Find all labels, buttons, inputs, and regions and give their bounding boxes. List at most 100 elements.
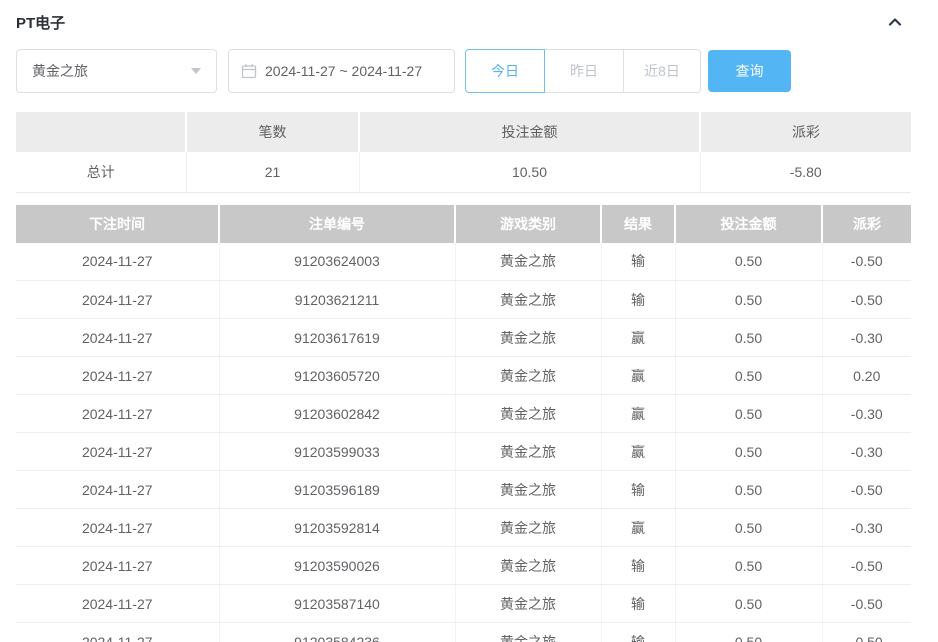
summary-header-empty bbox=[16, 112, 187, 152]
cell-bet-amount: 0.50 bbox=[675, 546, 823, 585]
cell-bet-time: 2024-11-27 bbox=[16, 584, 220, 623]
cell-bet-amount: 0.50 bbox=[675, 432, 823, 471]
cell-bet-amount: 0.50 bbox=[675, 508, 823, 547]
cell-payout: -0.50 bbox=[822, 470, 911, 509]
cell-payout: -0.50 bbox=[822, 622, 911, 642]
quick-range-group: 今日 昨日 近8日 bbox=[465, 49, 701, 93]
cell-order-id: 91203621211 bbox=[219, 280, 456, 319]
cell-bet-time: 2024-11-27 bbox=[16, 622, 220, 642]
panel-header: PT电子 bbox=[16, 10, 906, 34]
summary-table: 笔数 投注金额 派彩 总计 21 10.50 -5.80 bbox=[16, 112, 911, 193]
cell-game-type: 黄金之旅 bbox=[455, 584, 602, 623]
bets-header-order-id: 注单编号 bbox=[219, 204, 456, 243]
cell-bet-amount: 0.50 bbox=[675, 622, 823, 642]
table-row: 2024-11-27 91203617619 黄金之旅 赢 0.50 -0.30 bbox=[16, 318, 911, 357]
bets-table: 下注时间 注单编号 游戏类别 结果 投注金额 派彩 2024-11-27 912… bbox=[16, 204, 911, 642]
bets-header-result: 结果 bbox=[601, 204, 676, 243]
filter-bar: 黄金之旅 2024-11-27 ~ 2024-11-27 今日 昨日 近8日 查… bbox=[16, 49, 938, 93]
cell-game-type: 黄金之旅 bbox=[455, 470, 602, 509]
summary-count-value: 21 bbox=[186, 152, 360, 193]
table-row: 2024-11-27 91203584236 黄金之旅 输 0.50 -0.50 bbox=[16, 622, 911, 642]
cell-bet-amount: 0.50 bbox=[675, 470, 823, 509]
cell-order-id: 91203617619 bbox=[219, 318, 456, 357]
bets-header-bet-amount: 投注金额 bbox=[675, 204, 823, 243]
game-select[interactable]: 黄金之旅 bbox=[16, 49, 217, 93]
summary-header-row: 笔数 投注金额 派彩 bbox=[16, 112, 911, 152]
cell-result: 赢 bbox=[601, 394, 676, 433]
cell-result: 输 bbox=[601, 584, 676, 623]
range-button-last8days[interactable]: 近8日 bbox=[623, 49, 701, 93]
cell-result: 赢 bbox=[601, 432, 676, 471]
cell-order-id: 91203602842 bbox=[219, 394, 456, 433]
cell-bet-amount: 0.50 bbox=[675, 356, 823, 395]
cell-payout: -0.30 bbox=[822, 394, 911, 433]
panel-title: PT电子 bbox=[16, 14, 66, 32]
cell-payout: -0.50 bbox=[822, 584, 911, 623]
cell-bet-time: 2024-11-27 bbox=[16, 356, 220, 395]
cell-order-id: 91203584236 bbox=[219, 622, 456, 642]
date-range-input[interactable]: 2024-11-27 ~ 2024-11-27 bbox=[228, 49, 455, 93]
query-button[interactable]: 查询 bbox=[708, 50, 791, 92]
bets-header-bet-time: 下注时间 bbox=[16, 204, 220, 243]
range-button-today[interactable]: 今日 bbox=[465, 49, 545, 93]
summary-total-row: 总计 21 10.50 -5.80 bbox=[16, 152, 911, 193]
cell-result: 输 bbox=[601, 622, 676, 642]
summary-header-payout: 派彩 bbox=[700, 112, 911, 152]
table-row: 2024-11-27 91203590026 黄金之旅 输 0.50 -0.50 bbox=[16, 546, 911, 585]
cell-order-id: 91203596189 bbox=[219, 470, 456, 509]
cell-order-id: 91203590026 bbox=[219, 546, 456, 585]
cell-result: 输 bbox=[601, 470, 676, 509]
summary-payout-value: -5.80 bbox=[700, 152, 911, 193]
table-row: 2024-11-27 91203599033 黄金之旅 赢 0.50 -0.30 bbox=[16, 432, 911, 471]
pt-electronics-panel: PT电子 黄金之旅 2024-11-27 ~ 2024-11-27 今日 昨日 … bbox=[0, 0, 938, 642]
cell-game-type: 黄金之旅 bbox=[455, 432, 602, 471]
summary-total-label: 总计 bbox=[16, 152, 187, 193]
cell-result: 输 bbox=[601, 546, 676, 585]
cell-bet-time: 2024-11-27 bbox=[16, 394, 220, 433]
table-row: 2024-11-27 91203592814 黄金之旅 赢 0.50 -0.30 bbox=[16, 508, 911, 547]
cell-bet-amount: 0.50 bbox=[675, 280, 823, 319]
calendar-icon bbox=[241, 63, 257, 79]
cell-bet-amount: 0.50 bbox=[675, 584, 823, 623]
collapse-button[interactable] bbox=[884, 11, 906, 33]
cell-bet-amount: 0.50 bbox=[675, 318, 823, 357]
bets-header-game-type: 游戏类别 bbox=[455, 204, 602, 243]
cell-payout: 0.20 bbox=[822, 356, 911, 395]
cell-game-type: 黄金之旅 bbox=[455, 622, 602, 642]
chevron-up-icon bbox=[885, 12, 905, 32]
range-button-yesterday[interactable]: 昨日 bbox=[544, 49, 624, 93]
game-select-value: 黄金之旅 bbox=[32, 63, 88, 79]
cell-payout: -0.30 bbox=[822, 432, 911, 471]
cell-payout: -0.30 bbox=[822, 318, 911, 357]
cell-bet-time: 2024-11-27 bbox=[16, 546, 220, 585]
cell-game-type: 黄金之旅 bbox=[455, 356, 602, 395]
date-range-value: 2024-11-27 ~ 2024-11-27 bbox=[265, 63, 423, 79]
table-row: 2024-11-27 91203596189 黄金之旅 输 0.50 -0.50 bbox=[16, 470, 911, 509]
cell-order-id: 91203605720 bbox=[219, 356, 456, 395]
chevron-down-icon bbox=[191, 68, 201, 74]
cell-bet-time: 2024-11-27 bbox=[16, 470, 220, 509]
cell-result: 赢 bbox=[601, 508, 676, 547]
summary-header-count: 笔数 bbox=[186, 112, 360, 152]
summary-header-bet-amount: 投注金额 bbox=[359, 112, 701, 152]
cell-order-id: 91203587140 bbox=[219, 584, 456, 623]
table-row: 2024-11-27 91203587140 黄金之旅 输 0.50 -0.50 bbox=[16, 584, 911, 623]
cell-order-id: 91203599033 bbox=[219, 432, 456, 471]
table-row: 2024-11-27 91203602842 黄金之旅 赢 0.50 -0.30 bbox=[16, 394, 911, 433]
table-row: 2024-11-27 91203605720 黄金之旅 赢 0.50 0.20 bbox=[16, 356, 911, 395]
cell-game-type: 黄金之旅 bbox=[455, 280, 602, 319]
cell-result: 输 bbox=[601, 280, 676, 319]
cell-bet-time: 2024-11-27 bbox=[16, 432, 220, 471]
cell-payout: -0.30 bbox=[822, 508, 911, 547]
cell-bet-amount: 0.50 bbox=[675, 394, 823, 433]
cell-game-type: 黄金之旅 bbox=[455, 318, 602, 357]
cell-game-type: 黄金之旅 bbox=[455, 394, 602, 433]
cell-game-type: 黄金之旅 bbox=[455, 508, 602, 547]
cell-payout: -0.50 bbox=[822, 280, 911, 319]
cell-bet-amount: 0.50 bbox=[675, 242, 823, 281]
cell-game-type: 黄金之旅 bbox=[455, 242, 602, 281]
table-row: 2024-11-27 91203624003 黄金之旅 输 0.50 -0.50 bbox=[16, 242, 911, 281]
cell-payout: -0.50 bbox=[822, 242, 911, 281]
cell-result: 输 bbox=[601, 242, 676, 281]
bets-table-body: 2024-11-27 91203624003 黄金之旅 输 0.50 -0.50… bbox=[16, 242, 911, 642]
